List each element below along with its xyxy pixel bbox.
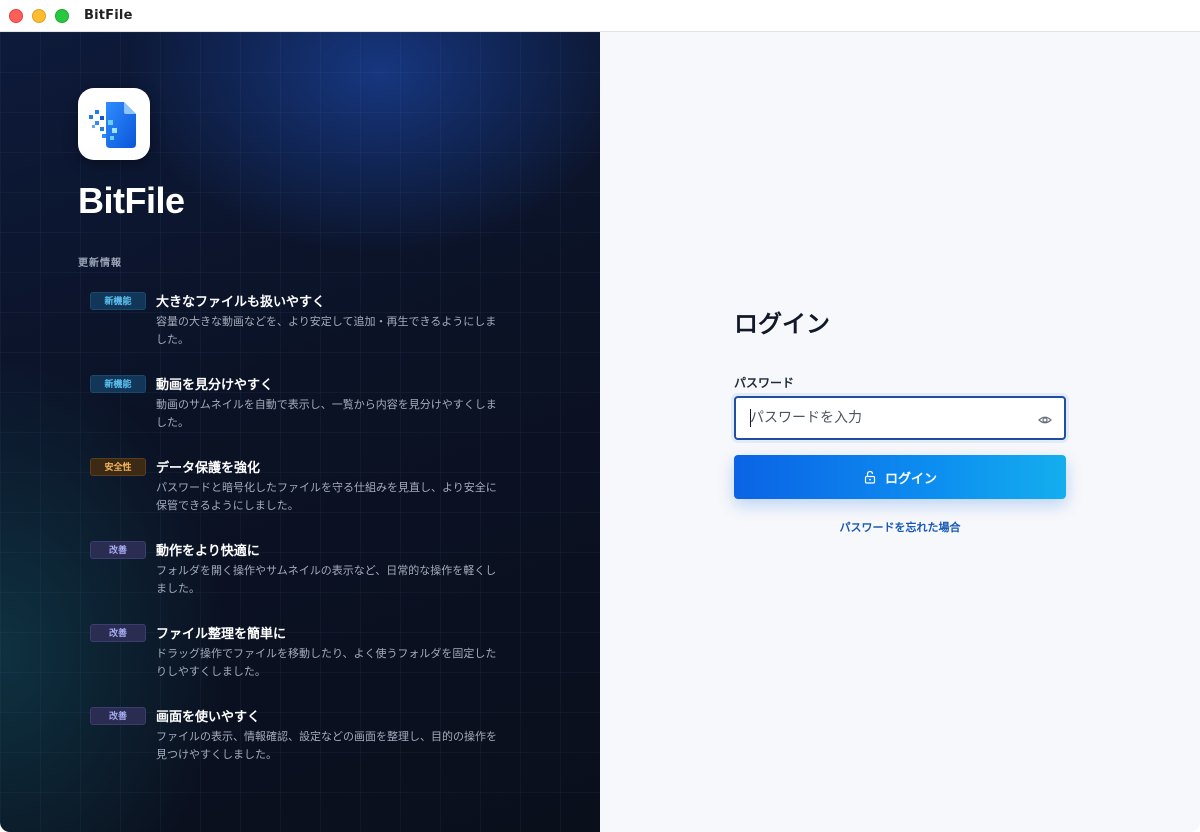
app-window: BitFile BitFile 更新情報 新機能 大きなファイルも扱いやすく 容…	[0, 0, 1200, 832]
update-badge: 改善	[90, 624, 146, 642]
update-description: ファイルの表示、情報確認、設定などの画面を整理し、目的の操作を見つけやすくしまし…	[156, 730, 497, 761]
brand-name: BitFile	[78, 180, 185, 221]
password-field	[734, 396, 1066, 440]
update-title: 画面を使いやすく	[156, 710, 261, 725]
update-badge: 改善	[90, 541, 146, 559]
bitfile-app-icon	[78, 88, 150, 160]
update-title: ファイル整理を簡単に	[156, 627, 287, 642]
update-badge: 改善	[90, 707, 146, 725]
forgot-password-link[interactable]: パスワードを忘れた場合	[734, 519, 1066, 535]
update-title: 動作をより快適に	[156, 544, 260, 559]
zoom-window-button[interactable]	[55, 9, 69, 23]
update-description: パスワードと暗号化したファイルを守る仕組みを見直し、より安全に保管できるようにし…	[156, 481, 497, 512]
eye-icon[interactable]	[1038, 412, 1052, 426]
title-bar: BitFile	[0, 0, 1200, 32]
update-description: ドラッグ操作でファイルを移動したり、よく使うフォルダを固定したりしやすくしました…	[156, 647, 497, 678]
minimize-window-button[interactable]	[32, 9, 46, 23]
update-description: フォルダを開く操作やサムネイルの表示など、日常的な操作を軽くしました。	[156, 564, 497, 595]
login-button[interactable]: ログイン	[734, 455, 1066, 499]
login-button-label: ログイン	[884, 470, 937, 486]
password-input[interactable]	[750, 398, 1030, 438]
update-badge: 新機能	[90, 375, 146, 393]
close-window-button[interactable]	[9, 9, 23, 23]
update-badge: 新機能	[90, 292, 146, 310]
login-panel: ログイン パスワード ログイン パスワードを忘れた場合	[600, 32, 1200, 832]
unlock-icon	[863, 470, 877, 484]
text-caret	[750, 409, 751, 427]
updates-panel: BitFile 更新情報 新機能 大きなファイルも扱いやすく 容量の大きな動画な…	[0, 32, 600, 832]
password-label: パスワード	[734, 376, 795, 390]
updates-heading: 更新情報	[78, 258, 122, 269]
update-title: 動画を見分けやすく	[156, 378, 274, 393]
update-badge: 安全性	[90, 458, 146, 476]
login-title: ログイン	[734, 310, 830, 338]
update-description: 容量の大きな動画などを、より安定して追加・再生できるようにしました。	[156, 315, 497, 346]
window-title: BitFile	[84, 8, 133, 23]
update-title: データ保護を強化	[156, 461, 261, 476]
update-description: 動画のサムネイルを自動で表示し、一覧から内容を見分けやすくしました。	[156, 398, 497, 429]
update-title: 大きなファイルも扱いやすく	[156, 295, 326, 310]
